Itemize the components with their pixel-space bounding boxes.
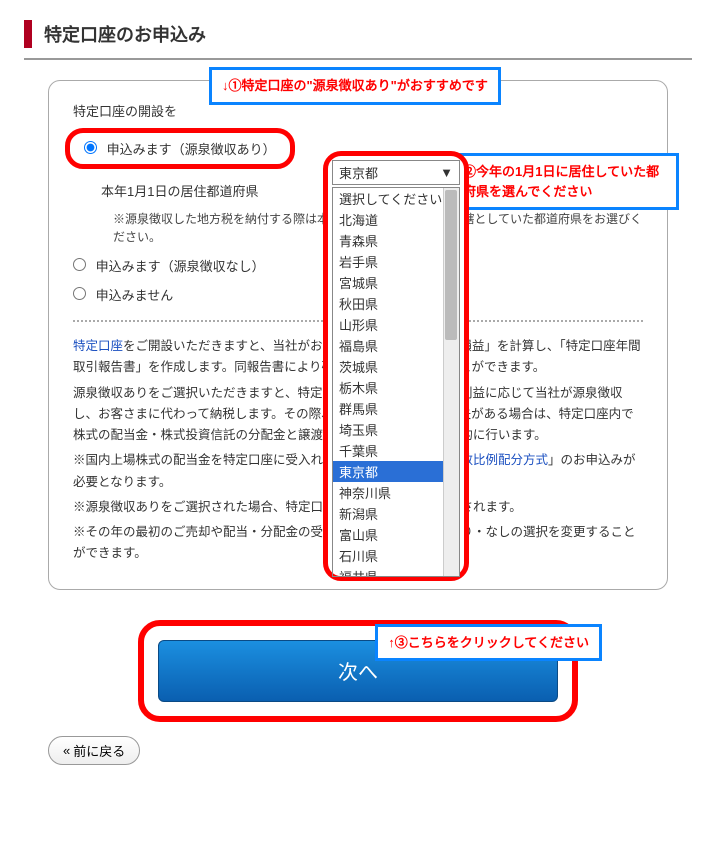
prefecture-label: 本年1月1日の居住都道府県 [101, 181, 258, 200]
page-title-bar: 特定口座のお申込み [24, 20, 692, 60]
option-2-label: 申込みます（源泉徴収なし） [96, 259, 265, 274]
option-1-label: 申込みます（源泉徴収あり） [107, 142, 276, 157]
page-title: 特定口座のお申込み [44, 21, 206, 47]
prefecture-selected: 東京都 [339, 163, 378, 182]
annotation-2: ←②今年の1月1日に居住していた都道府県を選んでください [437, 153, 679, 210]
radio-withholding-no[interactable] [73, 258, 86, 271]
prefecture-option-list[interactable]: 選択してください 北海道 青森県 岩手県 宮城県 秋田県 山形県 福島県 茨城県… [332, 187, 460, 577]
prefecture-option[interactable]: 秋田県 [333, 293, 459, 314]
prefecture-option[interactable]: 選択してください [333, 188, 459, 209]
radio-withholding-yes[interactable] [84, 141, 97, 154]
link-tokutei[interactable]: 特定口座 [73, 339, 123, 353]
prefecture-option[interactable]: 東京都 [333, 461, 459, 482]
prefecture-option[interactable]: 北海道 [333, 209, 459, 230]
prefecture-option[interactable]: 栃木県 [333, 377, 459, 398]
annotation-3: ↑③こちらをクリックしてください [375, 624, 602, 662]
prefecture-option[interactable]: 青森県 [333, 230, 459, 251]
prefecture-dropdown-highlight: 東京都 ▼ 選択してください 北海道 青森県 岩手県 宮城県 秋田県 山形県 福… [323, 151, 469, 581]
option-withholding-yes[interactable]: 申込みます（源泉徴収あり） [84, 142, 276, 157]
prefecture-option[interactable]: 福島県 [333, 335, 459, 356]
prefecture-option[interactable]: 千葉県 [333, 440, 459, 461]
radio-none[interactable] [73, 287, 86, 300]
prefecture-option[interactable]: 埼玉県 [333, 419, 459, 440]
prefecture-option[interactable]: 福井県 [333, 566, 459, 577]
back-button[interactable]: « 前に戻る [48, 736, 140, 765]
option-withholding-no[interactable]: 申込みます（源泉徴収なし） [73, 259, 265, 274]
prefecture-option[interactable]: 宮城県 [333, 272, 459, 293]
option-1-highlight: 申込みます（源泉徴収あり） [65, 128, 295, 169]
title-accent [24, 20, 32, 48]
account-panel: ↓①特定口座の"源泉徴収あり"がおすすめです ←②今年の1月1日に居住していた都… [48, 80, 668, 590]
scrollbar-thumb[interactable] [445, 190, 457, 340]
back-button-label: 前に戻る [73, 741, 125, 760]
prefecture-option[interactable]: 石川県 [333, 545, 459, 566]
prefecture-option[interactable]: 山形県 [333, 314, 459, 335]
chevron-down-icon: ▼ [440, 165, 453, 180]
prefecture-option[interactable]: 茨城県 [333, 356, 459, 377]
annotation-1: ↓①特定口座の"源泉徴収あり"がおすすめです [209, 67, 501, 105]
prefecture-option[interactable]: 神奈川県 [333, 482, 459, 503]
option-3-label: 申込みません [96, 288, 174, 303]
prefecture-option[interactable]: 新潟県 [333, 503, 459, 524]
prefecture-option[interactable]: 岩手県 [333, 251, 459, 272]
prefecture-option[interactable]: 群馬県 [333, 398, 459, 419]
dropdown-scrollbar[interactable] [443, 188, 459, 576]
prefecture-select[interactable]: 東京都 ▼ [332, 160, 460, 185]
option-none[interactable]: 申込みません [73, 288, 173, 303]
chevron-left-icon: « [63, 743, 67, 758]
prefecture-option[interactable]: 富山県 [333, 524, 459, 545]
